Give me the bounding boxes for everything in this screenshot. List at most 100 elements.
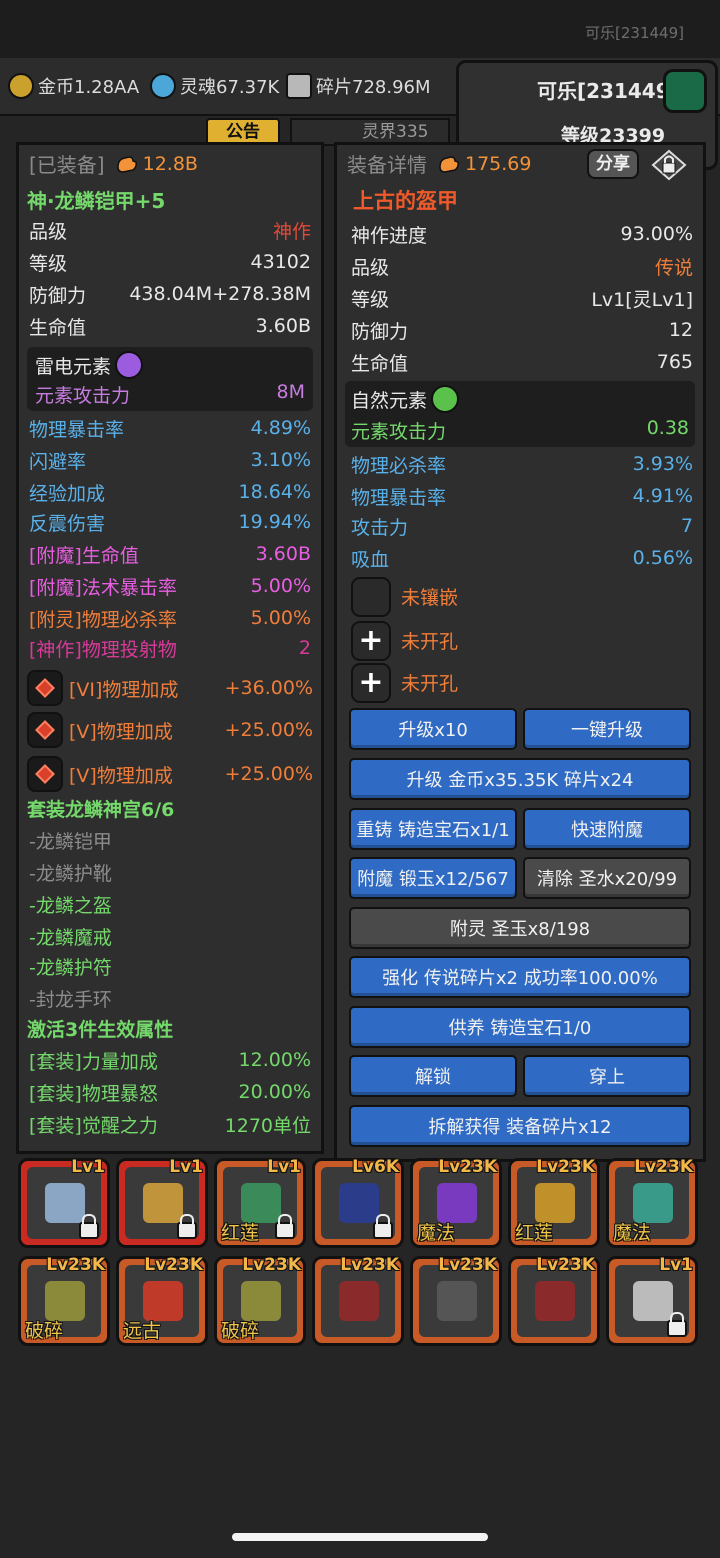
item-tag: 远古	[123, 1320, 162, 1342]
set-title: 套装龙鳞神宫6/6	[27, 799, 175, 821]
shard-resource: 碎片728.96M	[286, 72, 431, 100]
plus-icon[interactable]: +	[351, 663, 391, 703]
equipment-icon	[633, 1281, 673, 1321]
set-item: -龙鳞护符	[29, 957, 112, 979]
inventory-item[interactable]: Lv1 红莲	[214, 1157, 306, 1248]
equipment-icon	[241, 1183, 281, 1223]
one-click-upgrade-button[interactable]: 一键升级	[523, 708, 691, 750]
clear-button[interactable]: 清除 圣水x20/99	[523, 857, 691, 899]
set-bonus-row: [套装]觉醒之力 1270单位	[29, 1109, 311, 1139]
upgrade-cost-button[interactable]: 升级 金币x35.35K 碎片x24	[349, 758, 691, 800]
stat-label: 神作进度	[351, 224, 428, 247]
inventory-item[interactable]: Lv1	[116, 1157, 208, 1248]
inventory-item[interactable]: Lv23K 魔法	[410, 1157, 502, 1248]
item-level: Lv23K	[242, 1255, 301, 1275]
item-level: Lv1	[267, 1157, 301, 1177]
inventory-item[interactable]: Lv23K 魔法	[606, 1157, 698, 1248]
quick-enchant-button[interactable]: 快速附魔	[523, 808, 691, 850]
stat-row: 生命值 765	[351, 347, 693, 377]
stat-value: 93.00%	[620, 223, 693, 245]
item-level: Lv1	[659, 1255, 693, 1275]
stat-label: 等级	[29, 252, 68, 275]
item-level: Lv23K	[340, 1255, 399, 1275]
gem-row: [V]物理加成 +25.00%	[27, 709, 313, 751]
equipment-icon	[45, 1281, 85, 1321]
avatar[interactable]	[663, 69, 707, 113]
item-level: Lv1	[169, 1157, 203, 1177]
stat-row: 吸血 0.56%	[351, 543, 693, 573]
home-indicator[interactable]	[232, 1533, 488, 1541]
set-item: -龙鳞之盔	[29, 895, 112, 917]
gem-label: [VI]物理加成	[69, 678, 179, 701]
stat-value: 5.00%	[250, 607, 311, 629]
stat-label: [套装]觉醒之力	[29, 1114, 158, 1137]
detail-item-name: 上古的盔甲	[353, 189, 458, 213]
soul-amount: 灵魂67.37K	[180, 77, 280, 98]
set-bonus-row: [套装]物理暴怒 20.00%	[29, 1077, 311, 1107]
element-title-text: 雷电元素	[35, 355, 112, 378]
equipped-item-name: 神·龙鳞铠甲+5	[27, 189, 166, 213]
set-bonus-row: [套装]力量加成 12.00%	[29, 1045, 311, 1075]
stat-value: 5.00%	[250, 575, 311, 597]
equipment-icon	[339, 1281, 379, 1321]
spirit-button[interactable]: 附灵 圣玉x8/198	[349, 907, 691, 949]
stat-row: 经验加成 18.64%	[29, 477, 311, 507]
element-attack-row: 元素攻击力 8M	[35, 381, 305, 408]
inventory-item[interactable]: Lv1	[18, 1157, 110, 1248]
stat-value: 12.00%	[238, 1049, 311, 1071]
stat-value: 7	[680, 515, 693, 537]
unlock-button[interactable]: 解锁	[349, 1055, 517, 1097]
stat-label: 吸血	[351, 548, 390, 571]
inventory-item[interactable]: Lv23K 破碎	[214, 1255, 306, 1346]
stat-value: 2	[298, 637, 311, 659]
gold-amount: 金币1.28AA	[38, 77, 140, 98]
wear-button[interactable]: 穿上	[523, 1055, 691, 1097]
inventory-item[interactable]: Lv23K	[508, 1255, 600, 1346]
stat-label: 反震伤害	[29, 512, 106, 535]
soul-icon	[150, 73, 176, 99]
socket-slot[interactable]	[351, 577, 391, 617]
top-bar: 可乐[231449]	[0, 0, 720, 58]
lock-toggle-icon[interactable]	[651, 149, 687, 181]
stat-value: 12	[668, 319, 693, 341]
stat-value: Lv1[灵Lv1]	[591, 288, 693, 311]
stat-value: 8M	[276, 381, 305, 403]
equipped-power: 12.8B	[142, 152, 198, 175]
item-level: Lv23K	[46, 1255, 105, 1275]
element-title: 自然元素	[351, 385, 460, 413]
stat-value: 3.60B	[255, 543, 311, 565]
lock-icon	[275, 1214, 295, 1239]
plus-icon[interactable]: +	[351, 621, 391, 661]
set-item: -龙鳞铠甲	[29, 831, 112, 853]
set-item: -龙鳞魔戒	[29, 927, 112, 949]
stat-label: 攻击力	[351, 516, 409, 539]
lock-icon	[79, 1214, 99, 1239]
inventory-item[interactable]: Lv1	[606, 1255, 698, 1346]
stat-label: 元素攻击力	[35, 385, 131, 407]
item-tag: 魔法	[613, 1222, 652, 1244]
item-level: Lv6K	[352, 1157, 399, 1177]
stat-label: 物理必杀率	[351, 454, 447, 477]
inventory-item[interactable]: Lv23K 远古	[116, 1255, 208, 1346]
inventory-item[interactable]: Lv23K 红莲	[508, 1157, 600, 1248]
upgrade-x10-button[interactable]: 升级x10	[349, 708, 517, 750]
inventory-item[interactable]: Lv23K	[410, 1255, 502, 1346]
power-icon	[437, 153, 461, 175]
equipment-icon	[339, 1183, 379, 1223]
stat-row: 等级 Lv1[灵Lv1]	[351, 283, 693, 313]
stat-label: 闪避率	[29, 450, 87, 473]
share-button[interactable]: 分享	[587, 149, 639, 179]
strengthen-button[interactable]: 强化 传说碎片x2 成功率100.00%	[349, 956, 691, 998]
nature-element-icon	[431, 385, 460, 413]
reforge-button[interactable]: 重铸 铸造宝石x1/1	[349, 808, 517, 850]
socket-label: 未开孔	[401, 631, 459, 653]
socket-label: 未镶嵌	[401, 587, 459, 609]
enchant-button[interactable]: 附魔 锻玉x12/567	[349, 857, 517, 899]
inventory-item[interactable]: Lv6K	[312, 1157, 404, 1248]
stat-value: 43102	[250, 251, 311, 273]
inventory-item[interactable]: Lv23K 破碎	[18, 1255, 110, 1346]
item-level: Lv23K	[144, 1255, 203, 1275]
inventory-item[interactable]: Lv23K	[312, 1255, 404, 1346]
dismantle-button[interactable]: 拆解获得 装备碎片x12	[349, 1105, 691, 1147]
nurture-button[interactable]: 供养 铸造宝石1/0	[349, 1006, 691, 1048]
